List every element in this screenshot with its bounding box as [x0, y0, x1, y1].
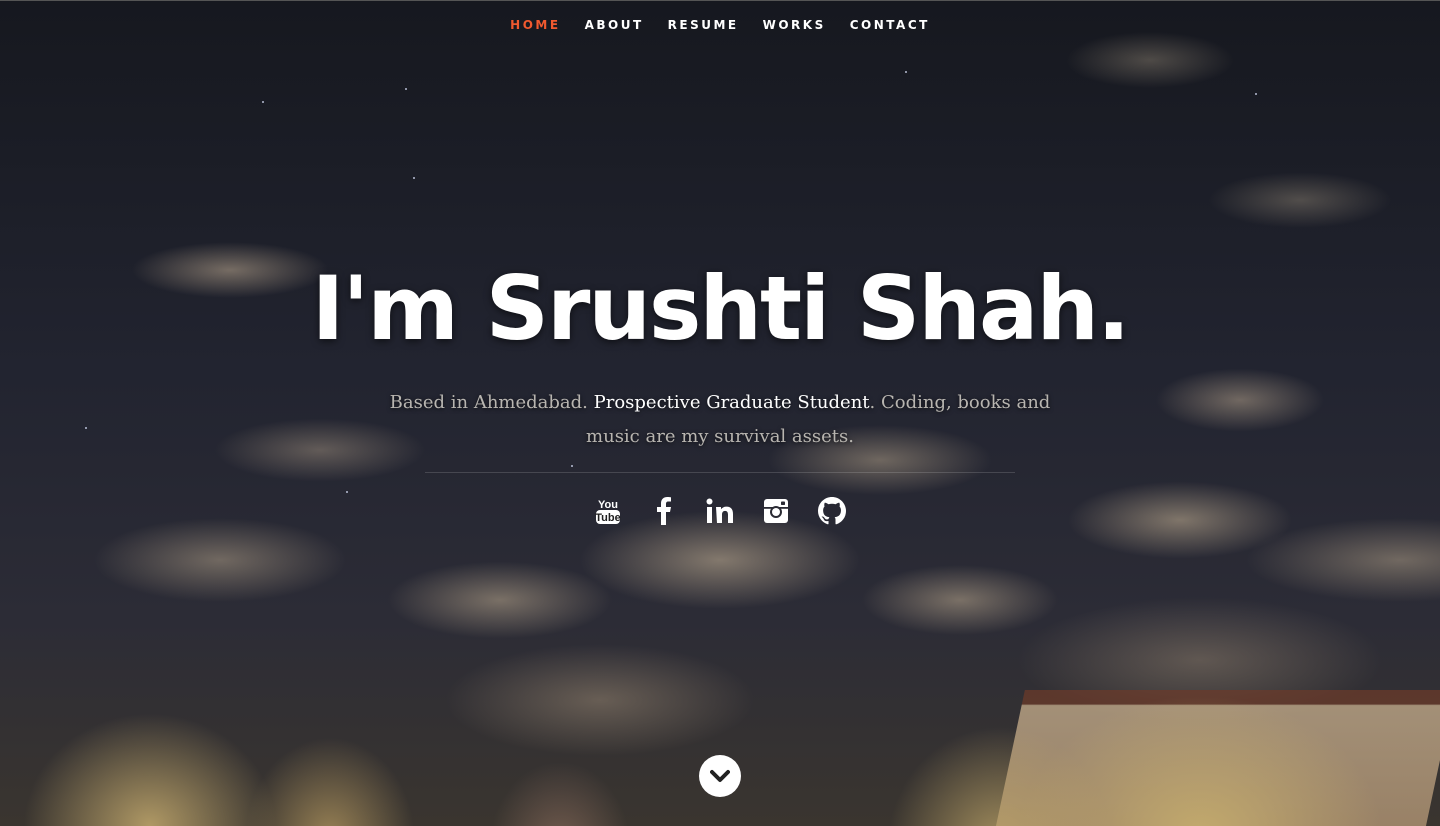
star: [905, 71, 907, 73]
tagline-highlight: Prospective Graduate Student: [593, 392, 870, 413]
facebook-icon[interactable]: [648, 495, 680, 527]
main-nav: Home About Resume Works Contact: [0, 0, 1440, 49]
scroll-down-button[interactable]: [699, 755, 741, 797]
tagline: Based in Ahmedabad. Prospective Graduate…: [380, 386, 1060, 454]
star: [262, 101, 264, 103]
star: [405, 88, 407, 90]
banner: I'm Srushti Shah. Based in Ahmedabad. Pr…: [0, 250, 1440, 527]
chevron-down-icon: [710, 770, 730, 782]
social-links: You Tube: [0, 495, 1440, 527]
svg-text:Tube: Tube: [595, 512, 620, 524]
nav-contact[interactable]: Contact: [838, 18, 942, 32]
star: [1255, 93, 1257, 95]
nav-home[interactable]: Home: [498, 18, 572, 32]
nav-about[interactable]: About: [573, 18, 656, 32]
svg-text:You: You: [598, 499, 618, 511]
nav-resume[interactable]: Resume: [656, 18, 751, 32]
tagline-text-1: Based in Ahmedabad.: [389, 392, 594, 413]
page-title: I'm Srushti Shah.: [311, 257, 1131, 360]
hero-section: Home About Resume Works Contact I'm Srus…: [0, 0, 1440, 826]
divider: [425, 472, 1015, 473]
youtube-icon[interactable]: You Tube: [592, 495, 624, 527]
instagram-icon[interactable]: [760, 495, 792, 527]
nav-works[interactable]: Works: [751, 18, 838, 32]
linkedin-icon[interactable]: [704, 495, 736, 527]
github-icon[interactable]: [816, 495, 848, 527]
star: [413, 177, 415, 179]
